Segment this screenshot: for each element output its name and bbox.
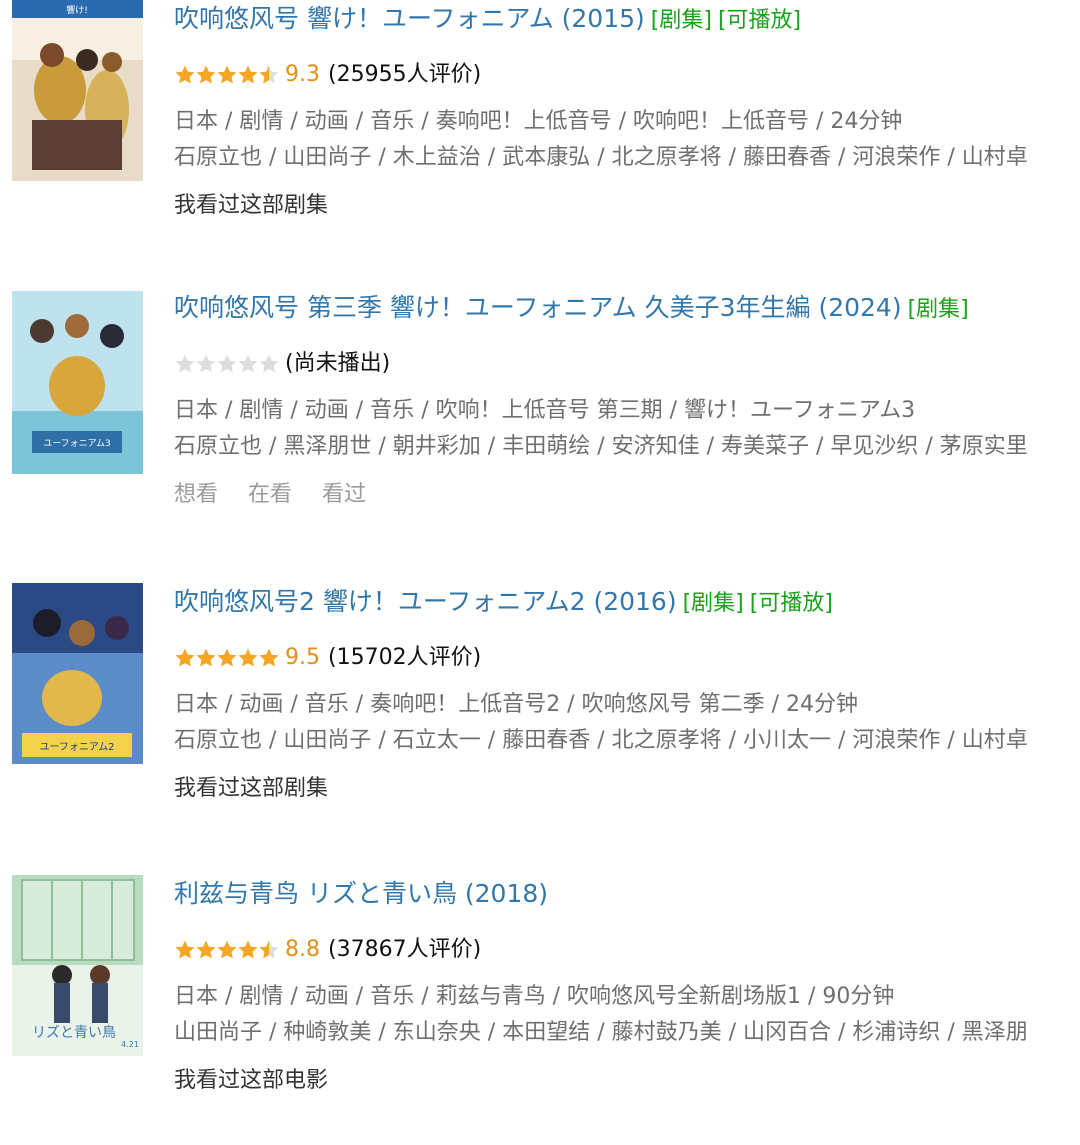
star-icon [217, 65, 237, 84]
star-icon [259, 65, 279, 84]
star-icon [238, 354, 258, 373]
star-icon [217, 940, 237, 959]
item-info: 日本 / 剧情 / 动画 / 音乐 / 莉兹与青鸟 / 吹响悠风号全新剧场版1 … [174, 984, 895, 1009]
star-icon [259, 648, 279, 667]
rating-status: (尚未播出) [285, 351, 391, 376]
star-icon [259, 354, 279, 373]
watching-button[interactable]: 在看 [248, 482, 292, 507]
rating-line: 8.8 (37867人评价) [174, 935, 481, 965]
poster-image[interactable]: リズと青い鳥 4.21 [12, 875, 143, 1056]
item-meta: 日本 / 剧情 / 动画 / 音乐 / 奏响吧！上低音号 / 吹响吧！上低音号 … [174, 104, 1028, 176]
rating-count: (15702人评价) [328, 645, 482, 670]
tag-series[interactable]: [剧集] [651, 8, 712, 33]
rating-line: 9.5 (15702人评价) [174, 643, 481, 673]
title-line: 利兹与青鸟 リズと青い鳥 (2018) [174, 877, 548, 911]
rating-count: (37867人评价) [328, 937, 482, 962]
star-icon [175, 648, 195, 667]
star-rating [174, 939, 279, 961]
watched-status: 我看过这部剧集 [174, 193, 329, 218]
title-line: 吹响悠风号2 響け！ユーフォニアム2 (2016) [剧集] [可播放] [174, 585, 833, 621]
star-rating [174, 353, 279, 375]
star-icon [175, 65, 195, 84]
star-icon [217, 354, 237, 373]
star-icon [196, 354, 216, 373]
rating-line: 9.3 (25955人评价) [174, 60, 481, 90]
item-meta: 日本 / 剧情 / 动画 / 音乐 / 莉兹与青鸟 / 吹响悠风号全新剧场版1 … [174, 979, 1028, 1051]
result-item: リズと青い鳥 4.21 利兹与青鸟 リズと青い鳥 (2018) 8.8 (378… [0, 875, 1080, 1145]
item-cast: 石原立也 / 山田尚子 / 石立太一 / 藤田春香 / 北之原孝将 / 小川太一… [174, 728, 1028, 753]
star-rating [174, 647, 279, 669]
svg-text:4.21: 4.21 [121, 1040, 139, 1049]
item-title-link[interactable]: 吹响悠风号 第三季 響け！ユーフォニアム 久美子3年生編 (2024) [174, 293, 902, 322]
star-icon [238, 940, 258, 959]
watched-status: 我看过这部电影 [174, 1068, 329, 1093]
want-to-watch-button[interactable]: 想看 [174, 482, 218, 507]
result-item: ユーフォニアム2 吹响悠风号2 響け！ユーフォニアム2 (2016) [剧集] [可… [0, 583, 1080, 853]
svg-text:響け!: 響け! [66, 4, 88, 16]
svg-text:ユーフォニアム3: ユーフォニアム3 [43, 438, 111, 449]
item-meta: 日本 / 动画 / 音乐 / 奏响吧！上低音号2 / 吹响悠风号 第二季 / 2… [174, 687, 1028, 759]
item-title-link[interactable]: 吹响悠风号2 響け！ユーフォニアム2 (2016) [174, 587, 677, 616]
rating-score: 9.5 [285, 645, 320, 670]
tag-playable[interactable]: [可播放] [750, 591, 833, 616]
svg-text:リズと青い鳥: リズと青い鳥 [32, 1025, 116, 1041]
star-icon [238, 648, 258, 667]
result-item: ユーフォニアム3 吹响悠风号 第三季 響け！ユーフォニアム 久美子3年生編 (2… [0, 289, 1080, 559]
item-info: 日本 / 动画 / 音乐 / 奏响吧！上低音号2 / 吹响悠风号 第二季 / 2… [174, 692, 858, 717]
star-icon [196, 65, 216, 84]
tag-series[interactable]: [剧集] [683, 591, 744, 616]
poster-image[interactable]: ユーフォニアム3 [12, 289, 143, 474]
star-icon [217, 648, 237, 667]
item-cast: 山田尚子 / 种崎敦美 / 东山奈央 / 本田望结 / 藤村鼓乃美 / 山冈百合… [174, 1020, 1028, 1045]
star-icon [259, 940, 279, 959]
result-item: 響け! 吹响悠风号 響け！ユーフォニアム (2015) [剧集] [可播放] 9.3… [0, 0, 1080, 270]
star-rating [174, 64, 279, 86]
item-cast: 石原立也 / 山田尚子 / 木上益治 / 武本康弘 / 北之原孝将 / 藤田春香… [174, 145, 1028, 170]
title-line: 吹响悠风号 響け！ユーフォニアム (2015) [剧集] [可播放] [174, 2, 801, 38]
poster-image[interactable]: ユーフォニアム2 [12, 583, 143, 764]
star-icon [238, 65, 258, 84]
svg-text:ユーフォニアム2: ユーフォニアム2 [39, 741, 114, 753]
watched-button[interactable]: 看过 [322, 482, 366, 507]
watched-status: 我看过这部剧集 [174, 776, 329, 801]
watch-actions: 想看 在看 看过 [174, 479, 396, 511]
title-line: 吹响悠风号 第三季 響け！ユーフォニアム 久美子3年生編 (2024) [剧集] [174, 291, 969, 327]
star-icon [196, 940, 216, 959]
star-icon [175, 940, 195, 959]
poster-image[interactable]: 響け! [12, 0, 143, 181]
star-icon [175, 354, 195, 373]
rating-score: 8.8 [285, 937, 320, 962]
rating-score: 9.3 [285, 62, 320, 87]
item-cast: 石原立也 / 黑泽朋世 / 朝井彩加 / 丰田萌绘 / 安济知佳 / 寿美菜子 … [174, 434, 1028, 459]
rating-line: (尚未播出) [174, 349, 390, 379]
rating-count: (25955人评价) [328, 62, 482, 87]
tag-playable[interactable]: [可播放] [718, 8, 801, 33]
tag-series[interactable]: [剧集] [908, 297, 969, 322]
star-icon [196, 648, 216, 667]
item-title-link[interactable]: 吹响悠风号 響け！ユーフォニアム (2015) [174, 4, 645, 33]
item-info: 日本 / 剧情 / 动画 / 音乐 / 奏响吧！上低音号 / 吹响吧！上低音号 … [174, 109, 903, 134]
item-title-link[interactable]: 利兹与青鸟 リズと青い鳥 (2018) [174, 879, 548, 908]
item-meta: 日本 / 剧情 / 动画 / 音乐 / 吹响！上低音号 第三期 / 響け！ユーフ… [174, 393, 1028, 465]
item-info: 日本 / 剧情 / 动画 / 音乐 / 吹响！上低音号 第三期 / 響け！ユーフ… [174, 398, 916, 423]
